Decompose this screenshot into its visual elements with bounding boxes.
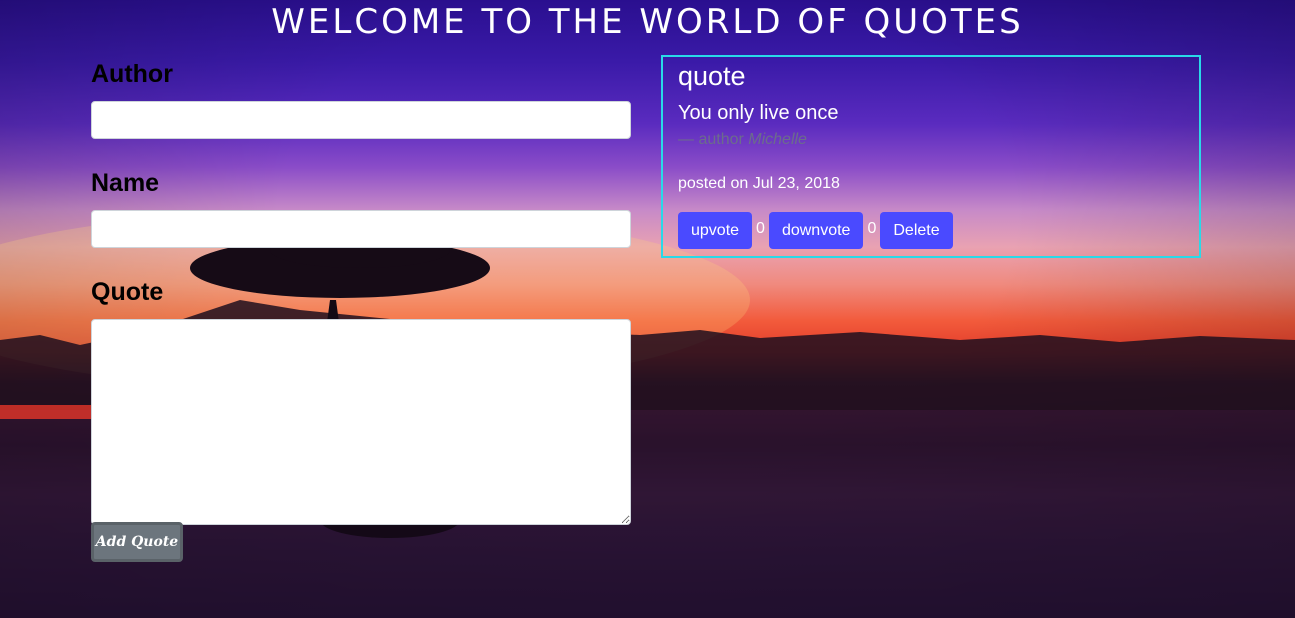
- add-quote-button[interactable]: Add Quote: [91, 522, 183, 562]
- quote-actions: upvote 0 downvote 0 Delete: [678, 212, 1184, 249]
- quote-card: quote You only live once — author Michel…: [661, 55, 1201, 258]
- quote-text: You only live once: [678, 102, 839, 124]
- name-label: Name: [91, 169, 160, 197]
- downvote-button[interactable]: downvote: [768, 212, 864, 249]
- quote-author-prefix: — author: [678, 131, 744, 148]
- quote-author-name: Michelle: [748, 131, 807, 148]
- upvote-count: 0: [756, 220, 765, 237]
- quote-author-line: — author Michelle: [678, 131, 1184, 149]
- page-title: Welcome to the World of Quotes: [271, 2, 1024, 42]
- delete-button[interactable]: Delete: [880, 212, 953, 249]
- downvote-count: 0: [867, 220, 877, 237]
- name-input[interactable]: [91, 210, 631, 248]
- quote-textarea[interactable]: [91, 319, 631, 525]
- quote-label: Quote: [91, 278, 164, 306]
- upvote-button[interactable]: upvote: [678, 212, 753, 249]
- author-label: Author: [91, 60, 173, 88]
- posted-date: posted on Jul 23, 2018: [678, 175, 840, 192]
- add-quote-form: Author Name Quote: [91, 58, 631, 525]
- author-input[interactable]: [91, 101, 631, 139]
- quote-card-heading: quote: [678, 61, 746, 91]
